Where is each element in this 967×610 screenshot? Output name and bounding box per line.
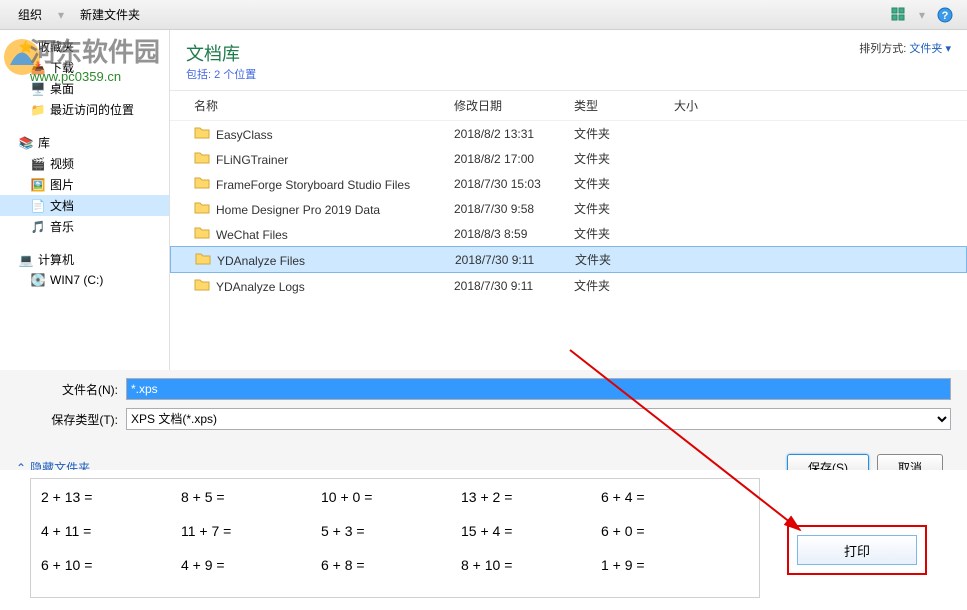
math-equation: 2 + 13 = [41,489,181,505]
recent-icon: 📁 [30,102,46,118]
tree-recent[interactable]: 📁最近访问的位置 [0,99,169,120]
math-equation: 6 + 4 = [601,489,741,505]
tree-pictures[interactable]: 🖼️图片 [0,174,169,195]
math-equation: 5 + 3 = [321,523,461,539]
library-header: 文档库 包括: 2 个位置 排列方式: 文件夹 ▾ [170,30,967,91]
math-row: 4 + 11 =11 + 7 =5 + 3 =15 + 4 =6 + 0 = [41,523,749,539]
tree-music[interactable]: 🎵音乐 [0,216,169,237]
filetype-label: 保存类型(T): [16,411,126,428]
document-icon: 📄 [30,198,46,214]
folder-icon [194,125,210,139]
file-list: 名称 修改日期 类型 大小 EasyClass2018/8/2 13:31文件夹… [170,91,967,370]
math-row: 2 + 13 =8 + 5 =10 + 0 =13 + 2 =6 + 4 = [41,489,749,505]
math-equation: 13 + 2 = [461,489,601,505]
new-folder-button[interactable]: 新建文件夹 [70,3,150,26]
watermark-logo [0,35,45,80]
table-row[interactable]: EasyClass2018/8/2 13:31文件夹 [170,121,967,146]
file-content: 河东软件园 www.pc0359.cn 文档库 包括: 2 个位置 排列方式: … [170,30,967,370]
organize-button[interactable]: 组织 [8,3,52,26]
filename-label: 文件名(N): [16,381,126,398]
drive-icon: 💽 [30,272,46,288]
dialog-bottom: 文件名(N): 保存类型(T): XPS 文档(*.xps) [0,370,967,446]
col-name[interactable]: 名称 [186,95,446,116]
math-equation: 4 + 9 = [181,557,321,573]
desktop-icon: 🖥️ [30,81,46,97]
math-equation: 8 + 5 = [181,489,321,505]
dialog-toolbar: 组织 ▾ 新建文件夹 ▾ ? [0,0,967,30]
tree-videos[interactable]: 🎬视频 [0,153,169,174]
folder-tree: ⭐收藏夹 📥下载 🖥️桌面 📁最近访问的位置 📚库 🎬视频 🖼️图片 📄文档 🎵… [0,30,170,370]
table-row[interactable]: WeChat Files2018/8/3 8:59文件夹 [170,221,967,246]
folder-icon [194,277,210,291]
filetype-select[interactable]: XPS 文档(*.xps) [126,408,951,430]
math-equation: 6 + 8 = [321,557,461,573]
math-row: 6 + 10 =4 + 9 =6 + 8 =8 + 10 =1 + 9 = [41,557,749,573]
library-icon: 📚 [18,135,34,151]
math-equation: 4 + 11 = [41,523,181,539]
table-row[interactable]: YDAnalyze Logs2018/7/30 9:11文件夹 [170,273,967,298]
toolbar-separator: ▾ [58,8,64,22]
print-highlight: 打印 [787,525,927,575]
table-row[interactable]: FLiNGTrainer2018/8/2 17:00文件夹 [170,146,967,171]
sort-control[interactable]: 排列方式: 文件夹 ▾ [859,40,951,56]
tree-computer[interactable]: 💻计算机 [0,249,169,270]
tree-documents[interactable]: 📄文档 [0,195,169,216]
video-icon: 🎬 [30,156,46,172]
folder-icon [195,251,211,265]
tree-library[interactable]: 📚库 [0,132,169,153]
music-icon: 🎵 [30,219,46,235]
library-title: 文档库 [186,40,256,66]
view-icon[interactable] [887,3,911,27]
save-dialog: 组织 ▾ 新建文件夹 ▾ ? ⭐收藏夹 📥下载 🖥️桌面 📁最近访问的位置 📚库… [0,0,967,470]
filename-input[interactable] [126,378,951,400]
col-date[interactable]: 修改日期 [446,95,566,116]
math-equation: 6 + 10 = [41,557,181,573]
math-equation: 15 + 4 = [461,523,601,539]
library-subtitle: 包括: 2 个位置 [186,66,256,82]
math-equation: 11 + 7 = [181,523,321,539]
computer-icon: 💻 [18,252,34,268]
folder-icon [194,225,210,239]
help-icon[interactable]: ? [933,3,957,27]
folder-icon [194,200,210,214]
math-equation: 1 + 9 = [601,557,741,573]
list-header: 名称 修改日期 类型 大小 [170,91,967,121]
folder-icon [194,150,210,164]
print-button[interactable]: 打印 [797,535,917,565]
toolbar-separator: ▾ [919,8,925,22]
dialog-main: ⭐收藏夹 📥下载 🖥️桌面 📁最近访问的位置 📚库 🎬视频 🖼️图片 📄文档 🎵… [0,30,967,370]
folder-icon [194,175,210,189]
table-row[interactable]: YDAnalyze Files2018/7/30 9:11文件夹 [170,246,967,273]
tree-drive-c[interactable]: 💽WIN7 (C:) [0,270,169,290]
picture-icon: 🖼️ [30,177,46,193]
svg-text:?: ? [942,10,949,22]
math-worksheet: 2 + 13 =8 + 5 =10 + 0 =13 + 2 =6 + 4 = 4 … [30,478,760,598]
table-row[interactable]: Home Designer Pro 2019 Data2018/7/30 9:5… [170,196,967,221]
tree-desktop[interactable]: 🖥️桌面 [0,78,169,99]
col-size[interactable]: 大小 [666,95,746,116]
math-equation: 6 + 0 = [601,523,741,539]
table-row[interactable]: FrameForge Storyboard Studio Files2018/7… [170,171,967,196]
math-equation: 8 + 10 = [461,557,601,573]
col-type[interactable]: 类型 [566,95,666,116]
math-equation: 10 + 0 = [321,489,461,505]
